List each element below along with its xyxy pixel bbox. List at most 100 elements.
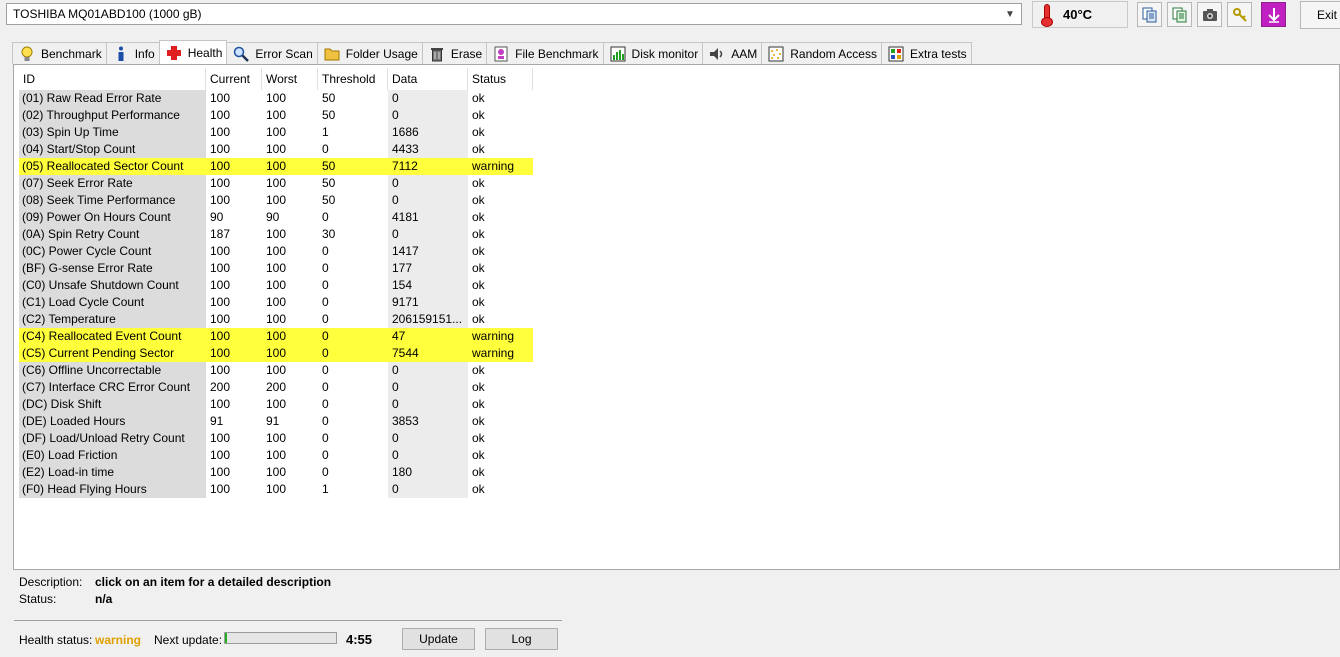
cell-worst: 100: [266, 363, 287, 377]
folder-icon: [324, 46, 340, 62]
cell-id: (DC) Disk Shift: [19, 396, 206, 413]
cell-threshold: 0: [322, 295, 329, 309]
cell-data: 0: [388, 175, 468, 192]
cell-id: (C7) Interface CRC Error Count: [19, 379, 206, 396]
table-row[interactable]: (04) Start/Stop Count 100 100 0 4433 ok: [19, 141, 533, 158]
cell-id: (BF) G-sense Error Rate: [19, 260, 206, 277]
table-row[interactable]: (0C) Power Cycle Count 100 100 0 1417 ok: [19, 243, 533, 260]
table-row[interactable]: (C7) Interface CRC Error Count 200 200 0 0 ok: [19, 379, 533, 396]
cell-status: ok: [472, 414, 485, 428]
table-row[interactable]: (C4) Reallocated Event Count 100 100 0 47 war…: [19, 328, 533, 345]
cell-current: 100: [210, 261, 231, 275]
table-row[interactable]: (C5) Current Pending Sector 100 100 0 7544 wa…: [19, 345, 533, 362]
cell-status: ok: [472, 380, 485, 394]
log-label: Log: [511, 632, 532, 646]
table-row[interactable]: (07) Seek Error Rate 100 100 50 0 ok: [19, 175, 533, 192]
tab-extra-tests[interactable]: Extra tests: [880, 42, 972, 64]
table-row[interactable]: (C6) Offline Uncorrectable 100 100 0 0 ok: [19, 362, 533, 379]
cell-data: 180: [388, 464, 468, 481]
tab-aam[interactable]: AAM: [702, 42, 763, 64]
table-row[interactable]: (C2) Temperature 100 100 0 206159151... ok: [19, 311, 533, 328]
file-benchmark-icon: [493, 46, 509, 62]
table-row[interactable]: (C1) Load Cycle Count 100 100 0 9171 ok: [19, 294, 533, 311]
table-row[interactable]: (09) Power On Hours Count 90 90 0 4181 ok: [19, 209, 533, 226]
cell-worst: 100: [266, 142, 287, 156]
table-row[interactable]: (DE) Loaded Hours 91 91 0 3853 ok: [19, 413, 533, 430]
cell-data: 154: [388, 277, 468, 294]
cell-worst: 100: [266, 176, 287, 190]
cell-data: 0: [388, 379, 468, 396]
tab-label: Erase: [450, 46, 483, 61]
tab-label: Folder Usage: [345, 46, 418, 61]
cell-status: ok: [472, 465, 485, 479]
tab-info[interactable]: Info: [105, 42, 160, 64]
copy-text-button[interactable]: [1167, 2, 1192, 27]
cell-worst: 100: [266, 261, 287, 275]
tab-file-benchmark[interactable]: File Benchmark: [486, 42, 604, 64]
column-header-current[interactable]: Current: [206, 68, 262, 90]
cell-status: warning: [468, 158, 533, 175]
column-header-worst[interactable]: Worst: [262, 68, 318, 90]
log-button[interactable]: Log: [485, 628, 558, 650]
table-row[interactable]: (03) Spin Up Time 100 100 1 1686 ok: [19, 124, 533, 141]
cell-threshold: 50: [318, 158, 388, 175]
cell-current: 100: [210, 312, 231, 326]
cell-status: ok: [472, 91, 485, 105]
table-row[interactable]: (F0) Head Flying Hours 100 100 1 0 ok: [19, 481, 533, 498]
speaker-icon: [709, 46, 725, 62]
cell-id: (E2) Load-in time: [19, 464, 206, 481]
exit-label: Exit: [1317, 8, 1338, 22]
table-row[interactable]: (DF) Load/Unload Retry Count 100 100 0 0 ok: [19, 430, 533, 447]
save-button[interactable]: [1261, 2, 1286, 27]
tab-disk-monitor[interactable]: Disk monitor: [602, 42, 704, 64]
cell-id: (07) Seek Error Rate: [19, 175, 206, 192]
tab-error-scan[interactable]: Error Scan: [226, 42, 318, 64]
tab-label: AAM: [731, 46, 758, 61]
cell-worst: 100: [266, 244, 287, 258]
table-row[interactable]: (0A) Spin Retry Count 187 100 30 0 ok: [19, 226, 533, 243]
cell-worst: 100: [266, 193, 287, 207]
table-row[interactable]: (02) Throughput Performance 100 100 50 0 ok: [19, 107, 533, 124]
table-row[interactable]: (DC) Disk Shift 100 100 0 0 ok: [19, 396, 533, 413]
table-row[interactable]: (01) Raw Read Error Rate 100 100 50 0 ok: [19, 90, 533, 107]
column-header-status[interactable]: Status: [468, 68, 533, 90]
cell-current: 100: [210, 108, 231, 122]
table-row[interactable]: (05) Reallocated Sector Count 100 100 50 711…: [19, 158, 533, 175]
update-button[interactable]: Update: [402, 628, 475, 650]
column-header-threshold[interactable]: Threshold: [318, 68, 388, 90]
column-header-data[interactable]: Data: [388, 68, 468, 90]
copy-icon: [1172, 7, 1186, 22]
tab-folder-usage[interactable]: Folder Usage: [316, 42, 423, 64]
cell-worst: 100: [262, 328, 318, 345]
cell-current: 100: [210, 482, 231, 496]
drive-select[interactable]: TOSHIBA MQ01ABD100 (1000 gB) ▼: [6, 3, 1022, 25]
cell-data: 3853: [388, 413, 468, 430]
cell-status: ok: [472, 312, 485, 326]
chevron-down-icon[interactable]: ▼: [1003, 7, 1017, 21]
next-update-label: Next update:: [154, 633, 223, 647]
extra-tests-icon: [888, 46, 904, 62]
tab-benchmark[interactable]: Benchmark: [12, 42, 107, 64]
exit-button[interactable]: Exit: [1300, 1, 1340, 29]
health-panel: ID Current Worst Threshold Data Status (…: [13, 64, 1340, 570]
cell-id: (03) Spin Up Time: [19, 124, 206, 141]
cell-current: 100: [210, 193, 231, 207]
cell-id: (C2) Temperature: [19, 311, 206, 328]
tab-erase[interactable]: Erase: [421, 42, 488, 64]
options-button[interactable]: [1227, 2, 1252, 27]
screenshot-button[interactable]: [1197, 2, 1222, 27]
tab-random-access[interactable]: Random Access: [761, 42, 882, 64]
table-row[interactable]: (BF) G-sense Error Rate 100 100 0 177 ok: [19, 260, 533, 277]
table-row[interactable]: (08) Seek Time Performance 100 100 50 0 ok: [19, 192, 533, 209]
column-header-id[interactable]: ID: [19, 68, 206, 90]
copy-icon: [1142, 7, 1156, 22]
cell-id: (C0) Unsafe Shutdown Count: [19, 277, 206, 294]
tab-health[interactable]: Health: [158, 40, 228, 64]
tab-label: Extra tests: [909, 46, 967, 61]
table-row[interactable]: (E2) Load-in time 100 100 0 180 ok: [19, 464, 533, 481]
copy-info-button[interactable]: [1137, 2, 1162, 27]
cell-threshold: 50: [322, 108, 336, 122]
table-row[interactable]: (E0) Load Friction 100 100 0 0 ok: [19, 447, 533, 464]
table-row[interactable]: (C0) Unsafe Shutdown Count 100 100 0 154 ok: [19, 277, 533, 294]
cell-threshold: 1: [322, 125, 329, 139]
